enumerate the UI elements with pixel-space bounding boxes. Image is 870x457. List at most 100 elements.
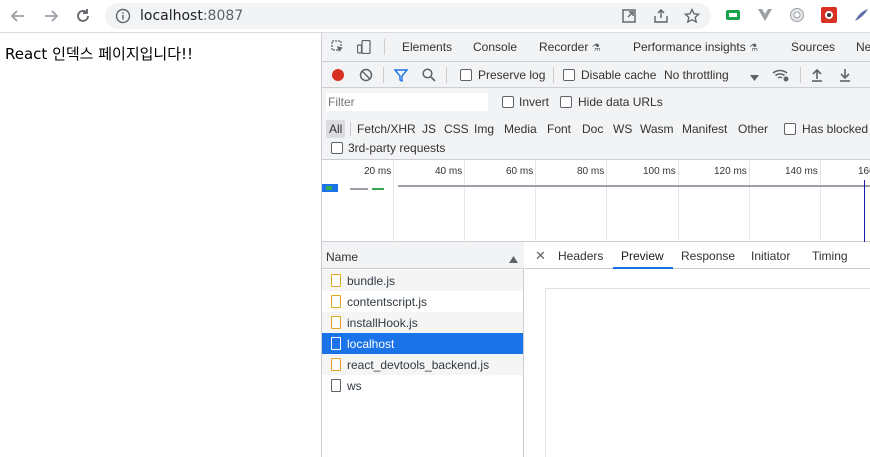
- tick-label: 120 ms: [714, 166, 747, 177]
- network-conditions-icon[interactable]: [772, 67, 790, 86]
- record-icon[interactable]: [331, 68, 345, 85]
- open-in-window-icon[interactable]: [621, 8, 637, 24]
- timing-bar-document-receive: [326, 186, 332, 190]
- address-bar[interactable]: localhost:8087: [105, 3, 711, 29]
- third-party-label: 3rd-party requests: [348, 141, 446, 155]
- tab-network[interactable]: Ne: [856, 40, 870, 54]
- timing-bar-script: [350, 188, 368, 190]
- type-filter-doc[interactable]: Doc: [582, 120, 603, 138]
- tab-performance-insights[interactable]: Performance insights ⚗: [633, 40, 758, 54]
- site-info-icon[interactable]: [115, 8, 131, 27]
- type-filter-font[interactable]: Font: [547, 120, 571, 138]
- import-har-icon[interactable]: [811, 68, 823, 85]
- type-filter-all[interactable]: All: [326, 120, 346, 138]
- close-icon[interactable]: ✕: [535, 248, 546, 264]
- sort-ascending-icon[interactable]: [509, 252, 518, 266]
- type-filter-fetch-xhr[interactable]: Fetch/XHR: [357, 120, 416, 138]
- bookmark-star-icon[interactable]: [683, 7, 701, 24]
- share-icon[interactable]: [653, 8, 669, 24]
- search-icon[interactable]: [422, 68, 436, 85]
- grid-line: [820, 160, 821, 242]
- page-heading: React 인덱스 페이지입니다!!: [5, 45, 194, 63]
- type-filter-other[interactable]: Other: [738, 120, 768, 138]
- request-detail: ✕ Headers Preview Response Initiator Tim…: [525, 242, 870, 457]
- extension-feather-icon[interactable]: [853, 7, 869, 23]
- flask-icon: ⚗: [749, 43, 759, 54]
- disable-cache-checkbox[interactable]: [563, 69, 575, 81]
- clear-icon[interactable]: [359, 68, 373, 85]
- preview-frame: [545, 288, 870, 457]
- preserve-log-label: Preserve log: [478, 68, 546, 82]
- url-port: :8087: [202, 8, 244, 24]
- preserve-log-checkbox[interactable]: [460, 69, 472, 81]
- document-file-icon: [331, 337, 341, 350]
- export-har-icon[interactable]: [839, 68, 851, 85]
- back-button[interactable]: [7, 5, 29, 27]
- tab-sources[interactable]: Sources: [791, 40, 835, 54]
- type-filter-media[interactable]: Media: [504, 120, 537, 138]
- tab-timing[interactable]: Timing: [812, 249, 848, 263]
- device-toolbar-icon[interactable]: [356, 39, 373, 57]
- type-filter-ws[interactable]: WS: [613, 120, 632, 138]
- request-row[interactable]: installHook.js: [322, 312, 523, 333]
- load-event-marker: [864, 180, 865, 242]
- tab-console[interactable]: Console: [473, 40, 517, 54]
- tab-initiator[interactable]: Initiator: [751, 249, 790, 263]
- type-filter-img[interactable]: Img: [474, 120, 494, 138]
- invert-checkbox[interactable]: [502, 96, 514, 108]
- type-filter-css[interactable]: CSS: [444, 120, 469, 138]
- request-row[interactable]: ws: [322, 375, 523, 396]
- forward-button[interactable]: [40, 5, 62, 27]
- type-filter-js[interactable]: JS: [422, 120, 436, 138]
- third-party-checkbox[interactable]: [331, 142, 343, 154]
- extension-terminal-icon[interactable]: [725, 7, 741, 23]
- request-name: react_devtools_backend.js: [347, 358, 490, 372]
- toolbar-separator: [383, 67, 384, 83]
- request-row[interactable]: react_devtools_backend.js: [322, 354, 523, 375]
- tick-label: 80 ms: [577, 166, 605, 177]
- type-separator: [350, 122, 351, 136]
- timing-bar-script: [372, 188, 384, 190]
- tab-preview[interactable]: Preview: [621, 249, 664, 263]
- type-filter-manifest[interactable]: Manifest: [682, 120, 727, 138]
- tick-label: 60 ms: [506, 166, 534, 177]
- devtools-panel: Elements Console Recorder ⚗ Performance …: [321, 33, 870, 457]
- filter-funnel-icon[interactable]: [393, 68, 409, 85]
- has-blocked-cookies-checkbox[interactable]: [784, 123, 796, 135]
- tab-response[interactable]: Response: [681, 249, 735, 263]
- tick-label: 40 ms: [435, 166, 463, 177]
- extension-clock-icon[interactable]: [789, 7, 805, 23]
- extension-vue-icon[interactable]: [757, 7, 773, 23]
- reload-button[interactable]: [72, 5, 94, 27]
- tick-label: 160: [858, 166, 870, 177]
- throttling-select[interactable]: No throttling: [664, 68, 729, 82]
- request-name: contentscript.js: [347, 295, 428, 309]
- hide-data-urls-checkbox[interactable]: [560, 96, 572, 108]
- script-file-icon: [331, 358, 341, 371]
- websocket-file-icon: [331, 379, 341, 392]
- url-host: localhost: [140, 8, 203, 24]
- tab-headers[interactable]: Headers: [558, 249, 603, 263]
- tab-recorder-label: Recorder: [539, 40, 589, 54]
- request-row-selected[interactable]: localhost: [322, 333, 523, 354]
- disable-cache-label: Disable cache: [581, 68, 657, 82]
- request-row[interactable]: contentscript.js: [322, 291, 523, 312]
- tab-recorder[interactable]: Recorder ⚗: [539, 40, 601, 54]
- script-file-icon: [331, 316, 341, 329]
- type-filter-wasm[interactable]: Wasm: [640, 120, 674, 138]
- dropdown-arrow-icon[interactable]: [750, 71, 759, 85]
- flask-icon: ⚗: [591, 43, 601, 54]
- tab-elements[interactable]: Elements: [402, 40, 452, 54]
- inspect-element-icon[interactable]: [331, 40, 345, 57]
- request-row[interactable]: bundle.js: [322, 270, 523, 291]
- request-list-header[interactable]: Name: [322, 242, 524, 269]
- script-file-icon: [331, 295, 341, 308]
- toolbar-separator: [446, 67, 447, 83]
- arrow-left-icon: [10, 10, 24, 22]
- timeline-overview[interactable]: 20 ms 40 ms 60 ms 80 ms 100 ms 120 ms 14…: [322, 160, 870, 242]
- request-list: Name bundle.js contentscript.js installH…: [322, 242, 524, 457]
- extension-bug-icon[interactable]: [821, 7, 837, 23]
- grid-line: [464, 160, 465, 242]
- grid-line: [749, 160, 750, 242]
- filter-input[interactable]: [326, 93, 488, 111]
